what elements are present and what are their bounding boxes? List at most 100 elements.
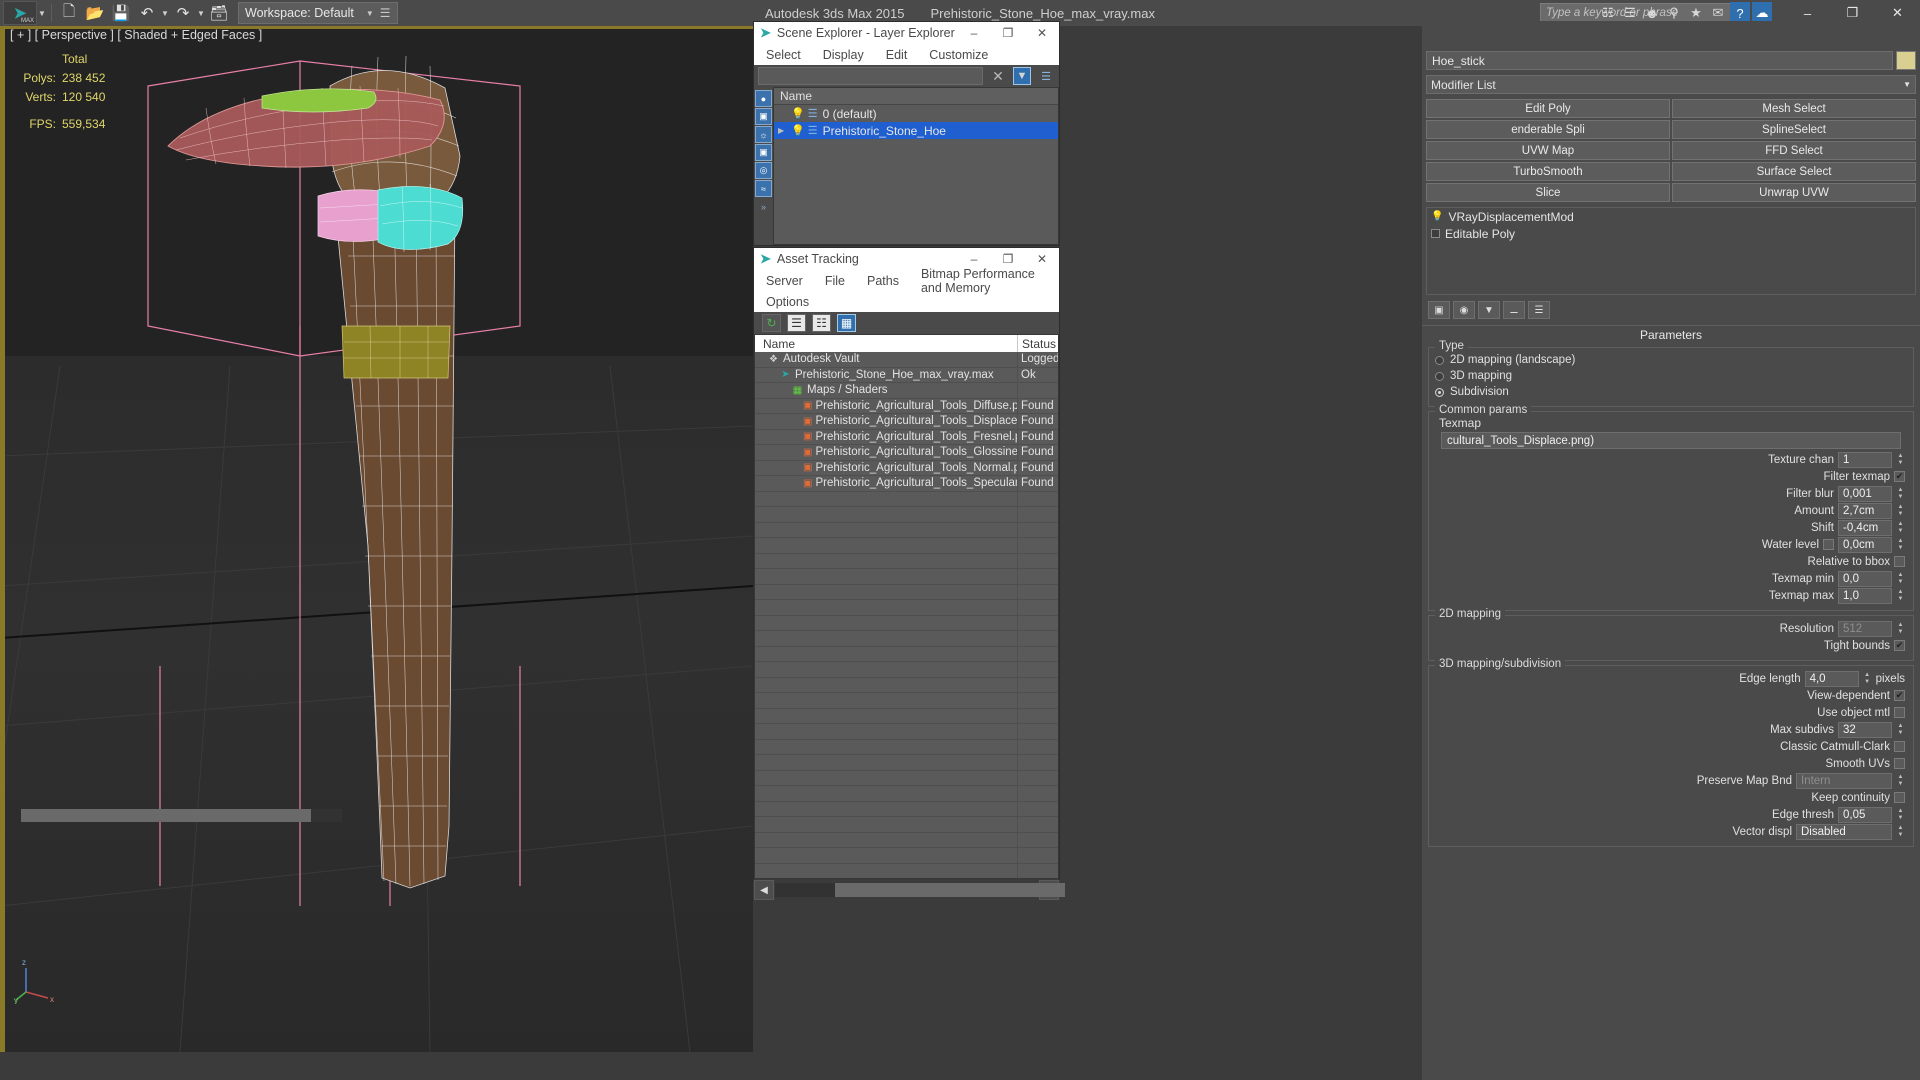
scroll-thumb[interactable] xyxy=(835,883,1065,897)
param-value-input[interactable]: 4,0 xyxy=(1804,670,1859,687)
scene-explorer-minimize[interactable]: – xyxy=(957,22,991,44)
detail-view-icon[interactable]: ☷ xyxy=(812,314,831,332)
object-name-field[interactable]: Hoe_stick xyxy=(1426,51,1893,70)
asset-row[interactable]: ➤ Prehistoric_Stone_Hoe_max_vray.max Ok xyxy=(755,367,1058,383)
spinner-arrows-icon[interactable]: ▲ ▼ xyxy=(1896,537,1905,553)
scene-explorer-titlebar[interactable]: ➤ Scene Explorer - Layer Explorer – ❐ ✕ xyxy=(754,22,1059,44)
spinner-arrows-icon[interactable]: ▲ ▼ xyxy=(1896,571,1905,587)
param-checkbox[interactable]: ✔ xyxy=(1894,471,1905,482)
list-view-icon[interactable]: ☰ xyxy=(787,314,806,332)
asset-row[interactable]: ▣ Prehistoric_Agricultural_Tools_Specular… xyxy=(755,476,1058,492)
radio-2d-mapping[interactable]: 2D mapping (landscape) xyxy=(1435,352,1907,368)
asset-row[interactable]: ▣ Prehistoric_Agricultural_Tools_Glossine… xyxy=(755,445,1058,461)
menu-customize[interactable]: Customize xyxy=(929,48,988,62)
light-bulb-icon[interactable]: 💡 xyxy=(1431,211,1443,222)
layers-icon[interactable]: ☰ xyxy=(1037,67,1055,85)
spinner-arrows-icon[interactable]: ▲ ▼ xyxy=(1896,520,1905,536)
remove-modifier-icon[interactable]: ⚊ xyxy=(1503,301,1525,319)
modifier-button-unwrap-uvw[interactable]: Unwrap UVW xyxy=(1672,183,1916,202)
param-checkbox[interactable] xyxy=(1894,556,1905,567)
asset-tracking-window[interactable]: ➤ Asset Tracking – ❐ ✕ Server File Paths… xyxy=(753,247,1065,901)
save-file-icon[interactable]: 💾 xyxy=(108,1,134,25)
shapes-filter-icon[interactable]: ▣ xyxy=(755,108,772,125)
radio-icon[interactable] xyxy=(1435,371,1444,381)
geometry-filter-icon[interactable]: ● xyxy=(755,90,772,107)
scroll-track[interactable] xyxy=(775,883,1065,897)
scene-explorer-maximize[interactable]: ❐ xyxy=(991,22,1025,44)
asset-row[interactable]: ▣ Prehistoric_Agricultural_Tools_Fresnel.… xyxy=(755,429,1058,445)
menu-display[interactable]: Display xyxy=(823,48,864,62)
modifier-button-turbosmooth[interactable]: TurboSmooth xyxy=(1426,162,1670,181)
stack-toggle-icon[interactable] xyxy=(1431,229,1440,238)
undo-icon[interactable]: ↶ xyxy=(134,1,160,25)
param-checkbox[interactable] xyxy=(1894,792,1905,803)
modifier-button-surface-select[interactable]: Surface Select xyxy=(1672,162,1916,181)
modifier-button-renderable-spline[interactable]: enderable Spli xyxy=(1426,120,1670,139)
radio-subdivision[interactable]: Subdivision xyxy=(1435,384,1907,400)
make-unique-icon[interactable]: ▼ xyxy=(1478,301,1500,319)
quick-access-caret-icon[interactable]: ▼ xyxy=(37,9,47,18)
spinner-arrows-icon[interactable]: ▲ ▼ xyxy=(1896,621,1905,637)
workspace-menu-icon[interactable]: ☰ xyxy=(380,6,391,20)
filter-icon[interactable]: ▼ xyxy=(1013,67,1031,85)
scroll-thumb[interactable] xyxy=(21,808,311,822)
layer-row-prehistoric-stone-hoe[interactable]: ▶ 💡 ☰ Prehistoric_Stone_Hoe xyxy=(774,122,1058,139)
spacewarps-filter-icon[interactable]: ≈ xyxy=(755,180,772,197)
light-bulb-icon[interactable]: 💡 xyxy=(791,107,805,120)
param-value-input[interactable]: 1,0 xyxy=(1838,587,1892,604)
command-panel[interactable]: Hoe_stick Modifier List ▼ Edit Poly Mesh… xyxy=(1422,21,1920,1080)
param-checkbox[interactable]: ✔ xyxy=(1894,640,1905,651)
scene-explorer-close[interactable]: ✕ xyxy=(1025,22,1059,44)
perspective-viewport[interactable]: [ + ] [ Perspective ] [ Shaded + Edged F… xyxy=(0,26,753,1052)
spinner-arrows-icon[interactable]: ▲ ▼ xyxy=(1896,824,1905,840)
stack-item-vraydisplacementmod[interactable]: 💡 VRayDisplacementMod xyxy=(1427,208,1915,225)
chevron-down-icon[interactable]: ▼ xyxy=(1903,80,1911,89)
radio-icon[interactable] xyxy=(1435,355,1444,365)
light-bulb-icon[interactable]: 💡 xyxy=(791,124,805,137)
modifier-list-dropdown[interactable]: Modifier List ▼ xyxy=(1426,75,1916,94)
param-checkbox[interactable] xyxy=(1823,539,1834,550)
menu-server[interactable]: Server xyxy=(766,274,803,288)
expand-arrow-icon[interactable]: ▶ xyxy=(778,126,788,135)
redo-icon[interactable]: ↷ xyxy=(170,1,196,25)
menu-edit[interactable]: Edit xyxy=(886,48,908,62)
configure-modifier-sets-icon[interactable]: ☰ xyxy=(1528,301,1550,319)
layer-row-default[interactable]: 💡 ☰ 0 (default) xyxy=(774,105,1058,122)
clear-search-icon[interactable]: ✕ xyxy=(989,67,1007,85)
modifier-button-mesh-select[interactable]: Mesh Select xyxy=(1672,99,1916,118)
spinner-arrows-icon[interactable]: ▲ ▼ xyxy=(1896,588,1905,604)
spinner-arrows-icon[interactable]: ▲ ▼ xyxy=(1896,807,1905,823)
spinner-arrows-icon[interactable]: ▲ ▼ xyxy=(1896,503,1905,519)
scroll-left-arrow-icon[interactable]: ◀ xyxy=(754,880,774,900)
scene-explorer-window[interactable]: ➤ Scene Explorer - Layer Explorer – ❐ ✕ … xyxy=(753,21,1060,265)
undo-dropdown-icon[interactable]: ▼ xyxy=(160,9,170,18)
spinner-arrows-icon[interactable]: ▲ ▼ xyxy=(1863,671,1872,687)
menu-bitmap-performance[interactable]: Bitmap Performance and Memory xyxy=(921,267,1059,295)
radio-3d-mapping[interactable]: 3D mapping xyxy=(1435,368,1907,384)
param-checkbox[interactable] xyxy=(1894,758,1905,769)
modifier-button-slice[interactable]: Slice xyxy=(1426,183,1670,202)
modifier-stack[interactable]: 💡 VRayDisplacementMod Editable Poly xyxy=(1426,207,1916,295)
modifier-button-edit-poly[interactable]: Edit Poly xyxy=(1426,99,1670,118)
param-value-input[interactable]: 0,001 xyxy=(1838,485,1892,502)
scene-explorer-search-input[interactable] xyxy=(758,67,983,85)
menu-file[interactable]: File xyxy=(825,274,845,288)
app-logo-icon[interactable]: ➤ MAX xyxy=(3,1,37,25)
param-value-input[interactable]: 512 xyxy=(1838,620,1892,637)
new-file-icon[interactable]: 🗋 xyxy=(56,1,82,25)
spinner-arrows-icon[interactable]: ▲ ▼ xyxy=(1896,452,1905,468)
grid-view-icon[interactable]: ▦ xyxy=(837,314,856,332)
workspace-caret-icon[interactable]: ▼ xyxy=(366,9,374,18)
scene-explorer-layer-list[interactable]: Name 💡 ☰ 0 (default) ▶ 💡 ☰ Prehistoric_S… xyxy=(773,87,1059,245)
refresh-icon[interactable]: ↻ xyxy=(762,314,781,332)
param-value-input[interactable]: Intern xyxy=(1796,772,1892,789)
param-value-input[interactable]: 32 xyxy=(1838,721,1892,738)
param-checkbox[interactable] xyxy=(1894,741,1905,752)
param-value-input[interactable]: Disabled xyxy=(1796,823,1892,840)
spinner-arrows-icon[interactable]: ▲ ▼ xyxy=(1896,722,1905,738)
helpers-filter-icon[interactable]: ◎ xyxy=(755,162,772,179)
param-value-input[interactable]: 0,0 xyxy=(1838,570,1892,587)
asset-row[interactable]: ▣ Prehistoric_Agricultural_Tools_Diffuse.… xyxy=(755,398,1058,414)
set-project-folder-icon[interactable]: 🗃 xyxy=(206,1,232,25)
menu-select[interactable]: Select xyxy=(766,48,801,62)
